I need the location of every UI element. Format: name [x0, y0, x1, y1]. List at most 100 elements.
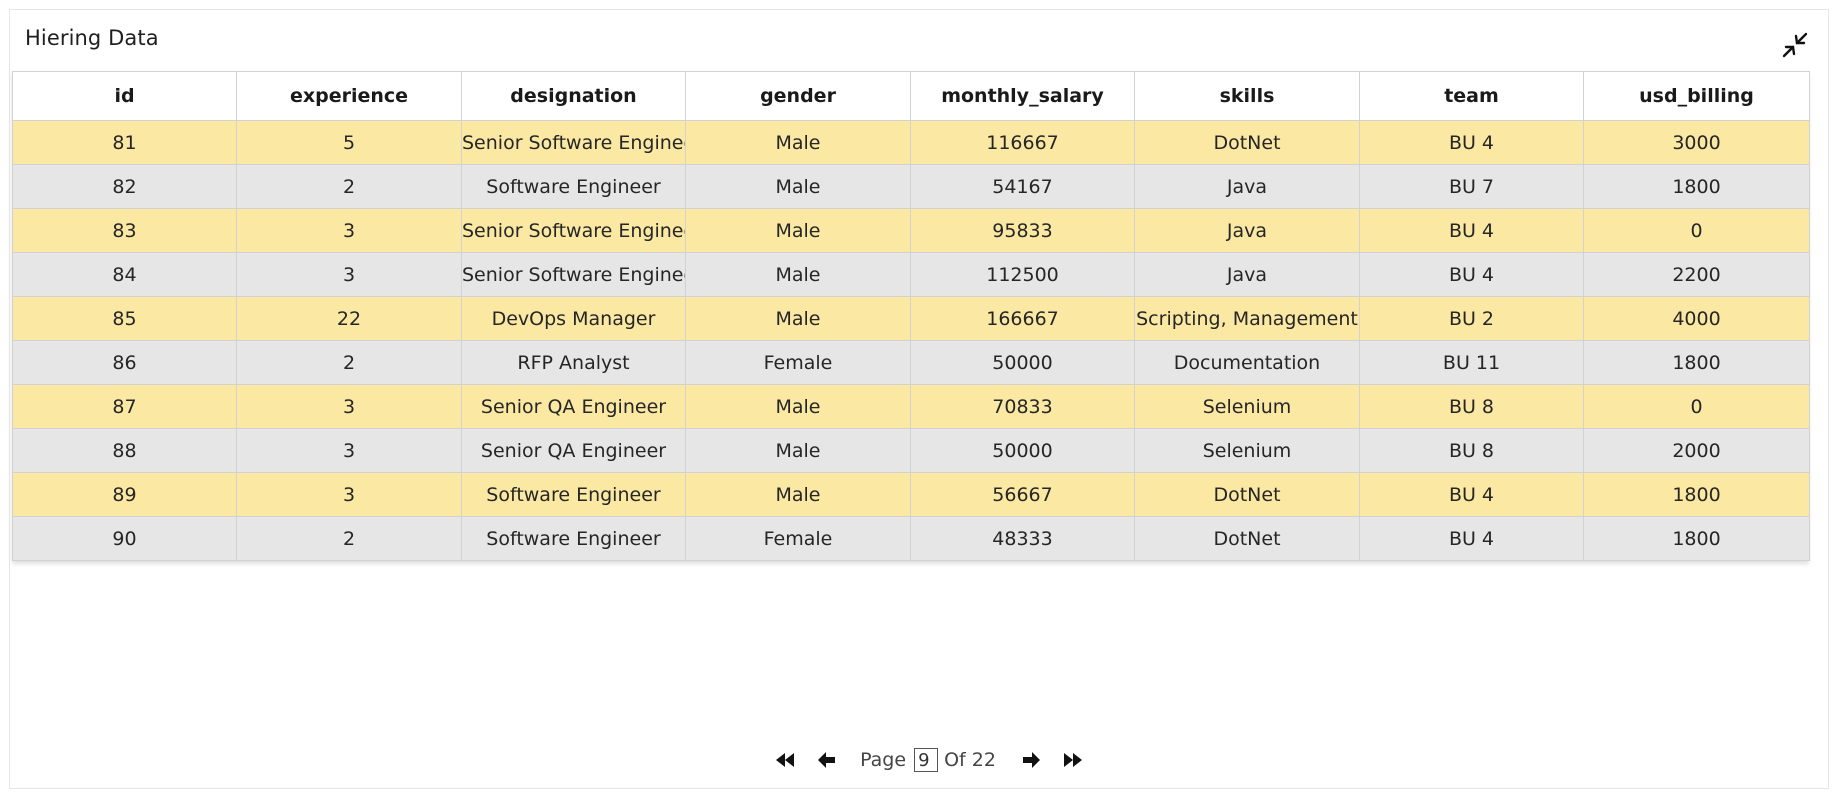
cell-usd-billing: 0 — [1583, 208, 1810, 253]
cell-designation: Software Engineer — [461, 164, 686, 209]
cell-id: 83 — [12, 208, 237, 253]
cell-team: BU 4 — [1359, 516, 1584, 561]
table-header-row: id experience designation gender monthly… — [12, 71, 1810, 121]
cell-gender: Male — [685, 428, 911, 473]
table-row[interactable]: 87 3 Senior QA Engineer Male 70833 Selen… — [12, 384, 1810, 429]
table-row[interactable]: 83 3 Senior Software Engineer Male 95833… — [12, 208, 1810, 253]
cell-skills: Java — [1134, 208, 1360, 253]
table-row[interactable]: 84 3 Senior Software Engineer Male 11250… — [12, 252, 1810, 297]
hiring-data-panel: Hiering Data id experience designation g… — [9, 9, 1829, 789]
collapse-arrows-icon[interactable] — [1778, 28, 1812, 62]
cell-experience: 3 — [236, 252, 462, 297]
cell-experience: 2 — [236, 516, 462, 561]
last-page-icon[interactable] — [1056, 746, 1090, 774]
cell-id: 82 — [12, 164, 237, 209]
cell-skills: Selenium — [1134, 428, 1360, 473]
cell-designation: RFP Analyst — [461, 340, 686, 385]
cell-monthly-salary: 166667 — [910, 296, 1135, 341]
cell-monthly-salary: 48333 — [910, 516, 1135, 561]
cell-id: 85 — [12, 296, 237, 341]
column-header-team[interactable]: team — [1359, 71, 1584, 121]
cell-experience: 2 — [236, 164, 462, 209]
data-table-container: id experience designation gender monthly… — [12, 71, 1810, 561]
cell-team: BU 8 — [1359, 428, 1584, 473]
cell-monthly-salary: 95833 — [910, 208, 1135, 253]
cell-id: 86 — [12, 340, 237, 385]
cell-gender: Female — [685, 340, 911, 385]
column-header-designation[interactable]: designation — [461, 71, 686, 121]
table-row[interactable]: 88 3 Senior QA Engineer Male 50000 Selen… — [12, 428, 1810, 473]
cell-experience: 5 — [236, 120, 462, 165]
cell-team: BU 8 — [1359, 384, 1584, 429]
column-header-experience[interactable]: experience — [236, 71, 462, 121]
column-header-monthly-salary[interactable]: monthly_salary — [910, 71, 1135, 121]
page-label: Page — [860, 749, 907, 771]
cell-gender: Female — [685, 516, 911, 561]
cell-id: 81 — [12, 120, 237, 165]
cell-id: 88 — [12, 428, 237, 473]
table-row[interactable]: 81 5 Senior Software Engineer Male 11666… — [12, 120, 1810, 165]
previous-page-icon[interactable] — [810, 746, 844, 774]
cell-id: 90 — [12, 516, 237, 561]
cell-monthly-salary: 54167 — [910, 164, 1135, 209]
cell-skills: Selenium — [1134, 384, 1360, 429]
cell-experience: 3 — [236, 472, 462, 517]
cell-experience: 22 — [236, 296, 462, 341]
cell-monthly-salary: 70833 — [910, 384, 1135, 429]
cell-monthly-salary: 50000 — [910, 428, 1135, 473]
cell-id: 89 — [12, 472, 237, 517]
cell-id: 87 — [12, 384, 237, 429]
first-page-icon[interactable] — [768, 746, 802, 774]
cell-experience: 3 — [236, 208, 462, 253]
cell-designation: Software Engineer — [461, 516, 686, 561]
cell-designation: Senior Software Engineer — [461, 120, 686, 165]
cell-gender: Male — [685, 164, 911, 209]
cell-team: BU 2 — [1359, 296, 1584, 341]
cell-usd-billing: 2200 — [1583, 252, 1810, 297]
cell-usd-billing: 1800 — [1583, 516, 1810, 561]
cell-usd-billing: 2000 — [1583, 428, 1810, 473]
cell-designation: Software Engineer — [461, 472, 686, 517]
column-header-id[interactable]: id — [12, 71, 237, 121]
cell-skills: Java — [1134, 164, 1360, 209]
cell-usd-billing: 1800 — [1583, 472, 1810, 517]
cell-designation: Senior QA Engineer — [461, 428, 686, 473]
cell-monthly-salary: 50000 — [910, 340, 1135, 385]
cell-team: BU 7 — [1359, 164, 1584, 209]
cell-skills: Java — [1134, 252, 1360, 297]
cell-team: BU 11 — [1359, 340, 1584, 385]
page-number-input[interactable]: 9 — [914, 748, 939, 772]
table-row[interactable]: 90 2 Software Engineer Female 48333 DotN… — [12, 516, 1810, 561]
cell-usd-billing: 1800 — [1583, 340, 1810, 385]
column-header-skills[interactable]: skills — [1134, 71, 1360, 121]
next-page-icon[interactable] — [1014, 746, 1048, 774]
column-header-usd-billing[interactable]: usd_billing — [1583, 71, 1810, 121]
data-table: id experience designation gender monthly… — [12, 71, 1810, 561]
cell-gender: Male — [685, 252, 911, 297]
cell-usd-billing: 4000 — [1583, 296, 1810, 341]
cell-gender: Male — [685, 208, 911, 253]
cell-skills: DotNet — [1134, 120, 1360, 165]
cell-monthly-salary: 116667 — [910, 120, 1135, 165]
page-total-label: Of 22 — [944, 749, 996, 771]
cell-experience: 3 — [236, 384, 462, 429]
cell-team: BU 4 — [1359, 208, 1584, 253]
cell-skills: DotNet — [1134, 472, 1360, 517]
cell-experience: 3 — [236, 428, 462, 473]
cell-gender: Male — [685, 120, 911, 165]
table-row[interactable]: 86 2 RFP Analyst Female 50000 Documentat… — [12, 340, 1810, 385]
panel-title: Hiering Data — [25, 26, 159, 50]
cell-skills: Scripting, Management — [1134, 296, 1360, 341]
column-header-gender[interactable]: gender — [685, 71, 911, 121]
table-row[interactable]: 89 3 Software Engineer Male 56667 DotNet… — [12, 472, 1810, 517]
cell-usd-billing: 3000 — [1583, 120, 1810, 165]
cell-team: BU 4 — [1359, 120, 1584, 165]
table-row[interactable]: 85 22 DevOps Manager Male 166667 Scripti… — [12, 296, 1810, 341]
cell-designation: Senior Software Engineer — [461, 252, 686, 297]
table-row[interactable]: 82 2 Software Engineer Male 54167 Java B… — [12, 164, 1810, 209]
cell-monthly-salary: 56667 — [910, 472, 1135, 517]
cell-skills: DotNet — [1134, 516, 1360, 561]
cell-team: BU 4 — [1359, 252, 1584, 297]
cell-usd-billing: 1800 — [1583, 164, 1810, 209]
pagination: Page 9 Of 22 — [10, 746, 1828, 774]
